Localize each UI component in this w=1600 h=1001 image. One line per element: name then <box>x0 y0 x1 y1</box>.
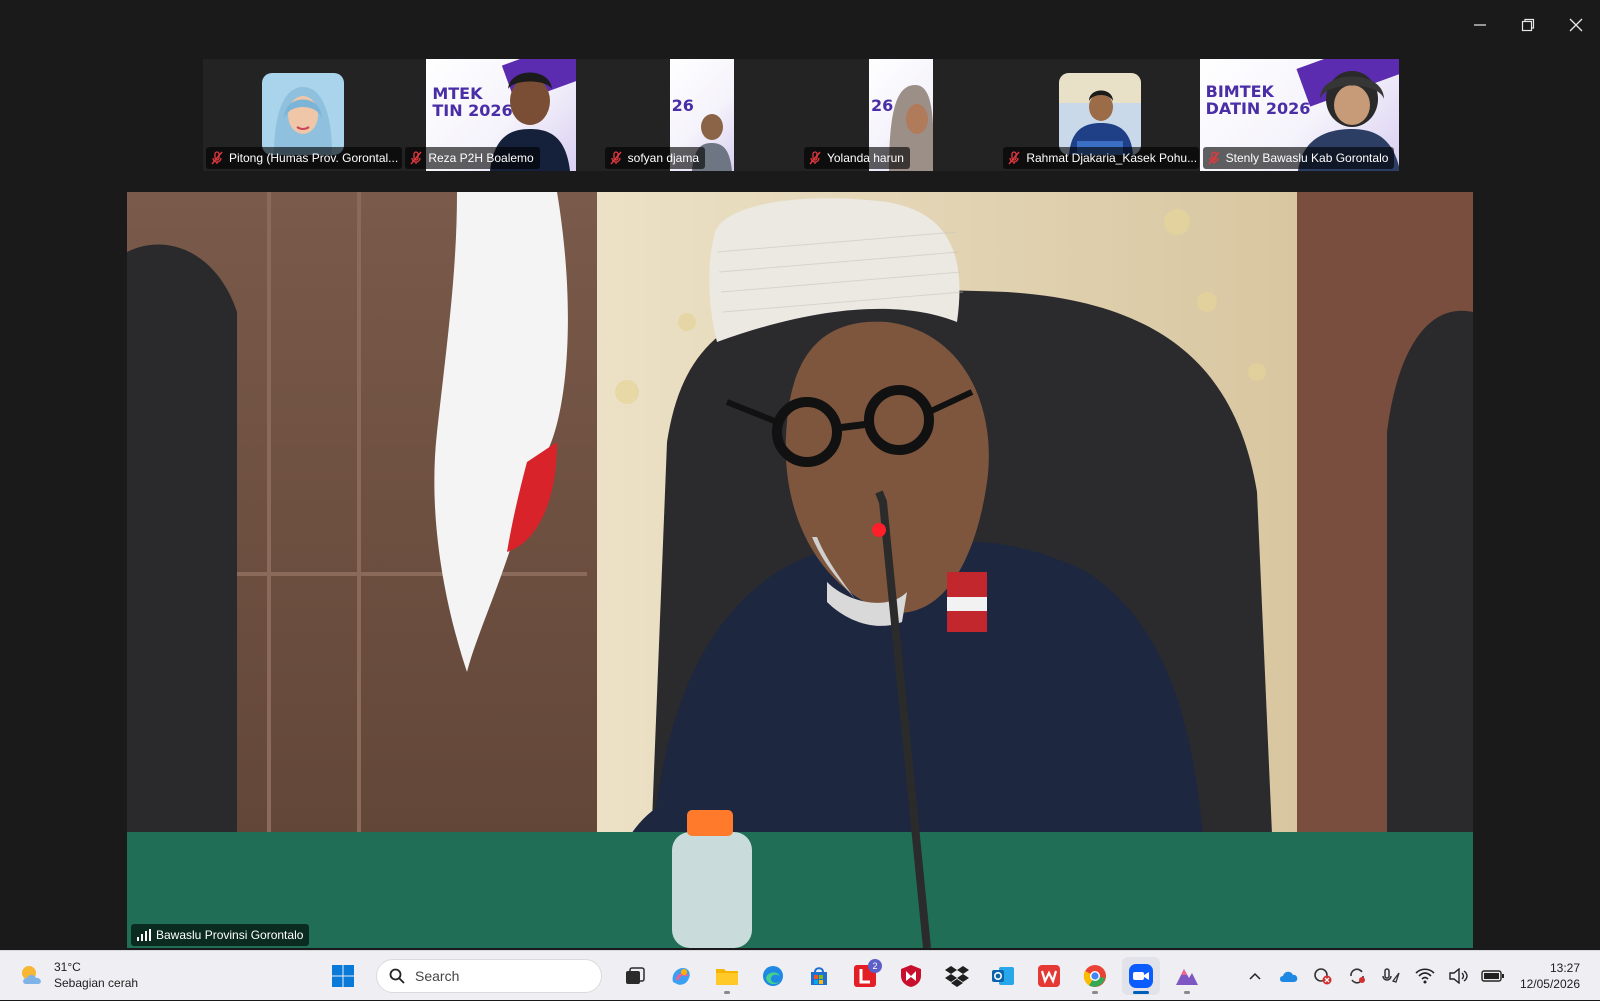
speaker-name: Bawaslu Provinsi Gorontalo <box>156 928 304 942</box>
l-app[interactable]: 2 <box>846 957 884 995</box>
sync-icon <box>1350 968 1365 984</box>
participant-name-label: Yolanda harun <box>803 147 910 169</box>
sync-tray[interactable] <box>1340 959 1374 993</box>
microphone-in-use-icon <box>1382 968 1400 983</box>
onedrive-tray[interactable] <box>1272 959 1306 993</box>
folder-icon <box>716 969 738 985</box>
restore-button[interactable] <box>1504 10 1552 40</box>
speaker-volume-icon <box>1449 968 1468 984</box>
participant-name: Yolanda harun <box>826 151 904 165</box>
participant-name: Stenly Bawaslu Kab Gorontalo <box>1225 151 1389 165</box>
search-icon <box>389 968 405 984</box>
taskbar: 31°C Sebagian cerah Search 2 13:27 12/05… <box>0 950 1600 1000</box>
participant-tile[interactable]: MTEK TIN 2026 Reza P2H Boalemo <box>402 59 602 171</box>
security-tray[interactable] <box>1306 959 1340 993</box>
mountain-app-icon <box>1176 969 1198 985</box>
chevron-up-icon <box>1249 972 1261 980</box>
copilot-app[interactable] <box>662 957 700 995</box>
participant-tile[interactable]: Rahmat Djakaria_Kasek Pohu... <box>1000 59 1200 171</box>
participant-avatar <box>1058 73 1141 155</box>
participant-name: Reza P2H Boalemo <box>428 151 534 165</box>
restore-icon <box>1521 18 1535 32</box>
task-view-icon <box>626 967 645 984</box>
notification-badge: 2 <box>868 959 882 973</box>
weather-description: Sebagian cerah <box>54 976 139 990</box>
mic-location-tray[interactable] <box>1374 959 1408 993</box>
microphone-muted-icon <box>410 151 422 165</box>
dropbox-icon <box>945 966 969 987</box>
clock-date-text: 12/05/2026 <box>1519 977 1580 991</box>
battery-tray[interactable] <box>1476 959 1510 993</box>
minimize-icon <box>1474 24 1486 26</box>
outlook-icon <box>992 967 1014 985</box>
microphone-muted-icon <box>211 151 223 165</box>
weather-temperature: 31°C <box>54 960 81 974</box>
wifi-icon <box>1415 968 1435 984</box>
edge-browser-app[interactable] <box>754 957 792 995</box>
shield-icon <box>901 965 921 987</box>
dropbox-app[interactable] <box>938 957 976 995</box>
task-view-button[interactable] <box>616 957 654 995</box>
show-hidden-icons-button[interactable] <box>1238 959 1272 993</box>
edge-icon <box>763 966 783 986</box>
system-tray: 13:27 12/05/2026 <box>1238 951 1600 1001</box>
participant-name: sofyan djama <box>627 151 700 165</box>
microphone-muted-icon <box>1008 151 1020 165</box>
microsoft-store-app[interactable] <box>800 957 838 995</box>
microphone-muted-icon <box>809 151 821 165</box>
search-placeholder: Search <box>415 968 460 984</box>
speaker-video-frame <box>127 192 1473 948</box>
window-controls <box>1456 10 1600 40</box>
chrome-app[interactable] <box>1076 957 1114 995</box>
participant-tile[interactable]: 26 Yolanda harun <box>800 59 1001 171</box>
chrome-icon <box>1083 965 1106 987</box>
participant-name-label: sofyan djama <box>604 147 706 169</box>
windows-logo-icon <box>332 965 354 987</box>
store-icon <box>811 967 827 985</box>
clock-time: 13:27 <box>1549 961 1580 975</box>
security-alert-icon <box>1314 968 1332 985</box>
start-button[interactable] <box>324 957 362 995</box>
minimize-button[interactable] <box>1456 10 1504 40</box>
signal-strength-icon <box>137 929 151 941</box>
participant-name-label: Rahmat Djakaria_Kasek Pohu... <box>1003 147 1200 169</box>
participant-tile[interactable]: BIMTEK DATIN 2026 Stenly Bawaslu Kab Goro… <box>1199 59 1399 171</box>
volume-tray[interactable] <box>1442 959 1476 993</box>
participant-name-label: Stenly Bawaslu Kab Gorontalo <box>1202 147 1395 169</box>
wifi-tray[interactable] <box>1408 959 1442 993</box>
partly-sunny-icon <box>22 966 41 984</box>
copilot-icon <box>672 968 690 985</box>
outlook-app[interactable] <box>984 957 1022 995</box>
participant-tile[interactable]: 26 sofyan djama <box>601 59 801 171</box>
mcafee-app[interactable] <box>892 957 930 995</box>
close-button[interactable] <box>1552 10 1600 40</box>
taskbar-search-box[interactable]: Search <box>376 959 602 993</box>
participant-name: Pitong (Humas Prov. Gorontal... <box>229 151 399 165</box>
zoom-meeting-window: Pitong (Humas Prov. Gorontal... MTEK TIN … <box>0 0 1600 950</box>
file-explorer-app[interactable] <box>708 957 746 995</box>
participant-name-label: Reza P2H Boalemo <box>405 147 540 169</box>
weather-widget[interactable]: 31°C Sebagian cerah <box>18 959 138 991</box>
participant-tile[interactable]: Pitong (Humas Prov. Gorontal... <box>203 59 403 171</box>
participant-name: Rahmat Djakaria_Kasek Pohu... <box>1026 151 1198 165</box>
participant-gallery-strip: Pitong (Humas Prov. Gorontal... MTEK TIN … <box>203 59 1399 171</box>
wps-icon <box>1038 965 1060 987</box>
speaker-name-label: Bawaslu Provinsi Gorontalo <box>131 924 310 946</box>
microphone-muted-icon <box>1208 151 1220 165</box>
zoom-icon <box>1129 964 1153 988</box>
participant-name-label: Pitong (Humas Prov. Gorontal... <box>206 147 402 169</box>
cloud-icon <box>1279 971 1298 982</box>
microphone-muted-icon <box>610 151 622 165</box>
clock-date[interactable]: 13:27 12/05/2026 <box>1510 960 1600 992</box>
close-icon <box>1569 18 1583 32</box>
wps-office-app[interactable] <box>1030 957 1068 995</box>
taskbar-pinned-apps: Search 2 <box>324 957 1206 995</box>
creative-app[interactable] <box>1168 957 1206 995</box>
zoom-app[interactable] <box>1122 957 1160 995</box>
battery-icon <box>1481 970 1504 982</box>
participant-avatar <box>261 73 344 155</box>
active-speaker-video: Bawaslu Provinsi Gorontalo <box>127 192 1473 948</box>
